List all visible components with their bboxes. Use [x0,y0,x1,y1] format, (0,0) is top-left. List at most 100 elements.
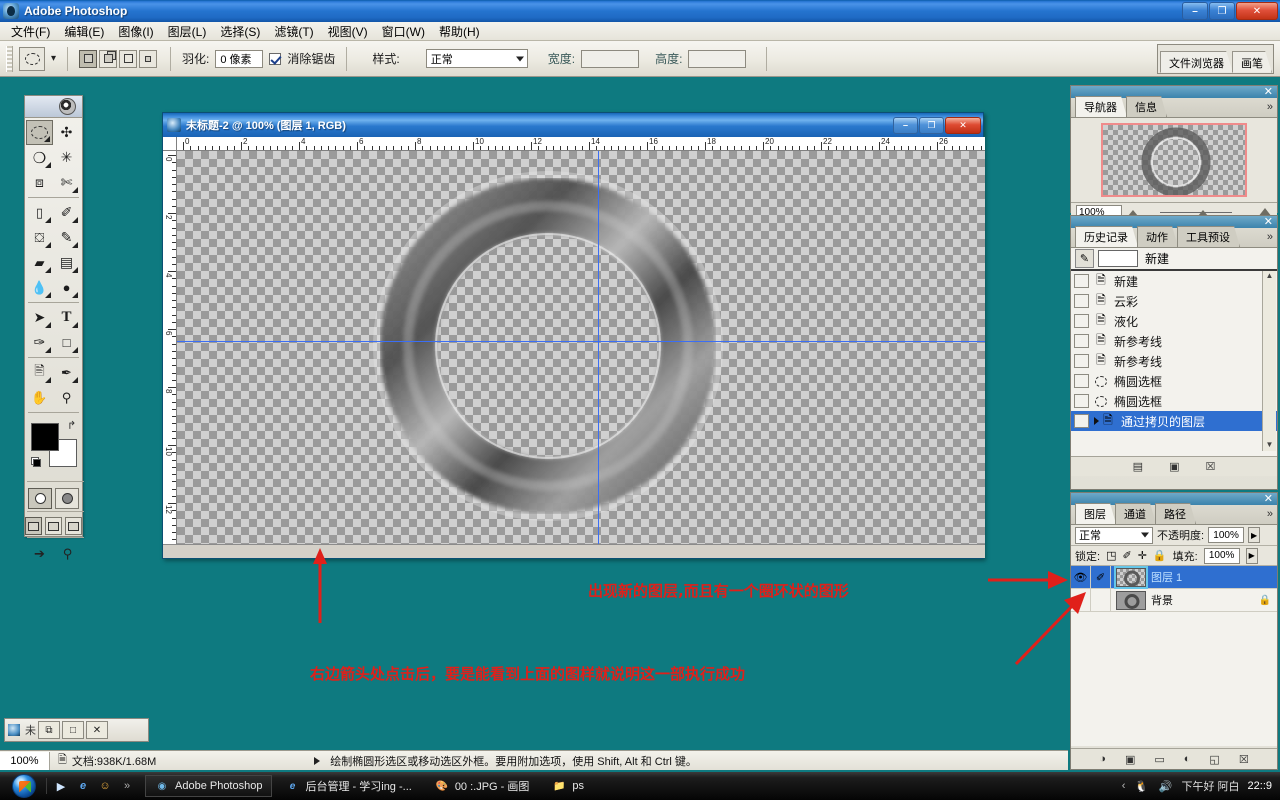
delete-layer-icon[interactable]: ☒ [1239,753,1249,766]
fill-input[interactable]: 100% [1204,548,1240,564]
media-player-icon[interactable]: ▶ [53,778,69,794]
opacity-stepper[interactable]: ▶ [1248,527,1260,543]
standard-mode-button[interactable] [28,488,52,509]
document-titlebar[interactable]: 未标题-2 @ 100% (图层 1, RGB) – ❐ ✕ [163,113,983,137]
close-button[interactable]: ✕ [86,721,108,739]
navigator-body[interactable] [1071,118,1277,202]
tab-tool-presets[interactable]: 工具预设 [1177,226,1240,247]
horizontal-ruler[interactable]: 02468101214161820222426 [177,137,985,151]
history-brush-tool[interactable]: ✎ [53,225,80,250]
document-close-button[interactable]: ✕ [945,117,981,134]
menu-help[interactable]: 帮助(H) [432,21,487,42]
width-input[interactable] [581,50,639,68]
new-snapshot-icon[interactable]: ▣ [1169,460,1179,473]
history-item[interactable]: 🗎 新建 [1071,271,1277,291]
lock-position-icon[interactable]: ✛ [1138,549,1147,562]
minimize-button[interactable]: – [1182,2,1208,20]
status-document-info[interactable]: 🗎 文档:938K/1.68M [50,751,164,770]
menu-image[interactable]: 图像(I) [111,21,160,42]
history-item[interactable]: 🗎 新参考线 [1071,331,1277,351]
palette-well-tab-brushes[interactable]: 画笔 [1232,51,1272,73]
close-icon[interactable]: ✕ [1264,86,1273,98]
subtract-from-selection-button[interactable] [119,50,137,68]
canvas-area[interactable] [177,151,985,546]
history-source-toggle[interactable] [1074,314,1089,328]
tab-channels[interactable]: 通道 [1115,503,1156,524]
history-list[interactable]: 🗎 新建 🗎 云彩 🗎 液化 🗎 新参考线 🗎 新参考线 椭圆选框 [1071,271,1277,456]
taskbar-item-browser[interactable]: e 后台管理 - 学习ing -... [275,775,421,797]
vertical-ruler[interactable]: 024681012 [163,151,177,546]
clone-stamp-tool[interactable]: ⛋ [26,225,53,250]
opacity-input[interactable]: 100% [1208,527,1244,543]
lock-image-pixels-icon[interactable]: ✐ [1122,549,1131,562]
feather-input[interactable]: 0 像素 [215,50,263,68]
standard-screen-mode-button[interactable] [25,517,42,535]
layer-link-icon[interactable] [1091,589,1111,611]
history-source-toggle[interactable] [1074,334,1089,348]
history-brush-source-icon[interactable]: ✎ [1075,249,1094,268]
expand-triangle-icon[interactable] [1094,417,1099,425]
close-icon[interactable]: ✕ [1264,493,1273,505]
antialias-checkbox[interactable] [269,53,281,65]
menu-file[interactable]: 文件(F) [4,21,57,42]
slice-tool[interactable]: ✄ [53,170,80,195]
close-button[interactable]: ✕ [1236,2,1278,20]
chevron-down-icon[interactable]: ▾ [51,53,56,64]
layer-row[interactable]: 背景 🔒 [1071,589,1277,612]
layer-list[interactable]: 👁 ✐ 图层 1 背景 🔒 [1071,566,1277,746]
default-colors-icon[interactable] [31,457,43,469]
elliptical-marquee-tool[interactable] [26,120,53,145]
fill-stepper[interactable]: ▶ [1246,548,1258,564]
maximize-button[interactable]: ❐ [1209,2,1235,20]
palette-well-tab-file-browser[interactable]: 文件浏览器 [1160,51,1233,73]
path-selection-tool[interactable]: ➤ [26,305,53,330]
tab-layers[interactable]: 图层 [1075,503,1116,524]
layer-style-icon[interactable]: ◑ [1099,753,1106,765]
options-bar-grip[interactable] [6,46,13,72]
menu-filter[interactable]: 滤镜(T) [267,21,320,42]
maximize-button[interactable]: □ [62,721,84,739]
jump-to-imageready-icon[interactable]: ➔ [29,544,51,564]
jump-to-other-icon[interactable]: ⚲ [57,544,79,564]
history-item-selected[interactable]: 🗎 通过拷贝的图层 [1071,411,1277,431]
adjustment-layer-icon[interactable]: ◐ [1184,753,1191,765]
crop-tool[interactable]: ⧈ [26,170,53,195]
elliptical-marquee-icon[interactable] [19,47,45,71]
menu-view[interactable]: 视图(V) [321,21,375,42]
zoom-tool[interactable]: ⚲ [53,385,80,410]
lock-transparent-pixels-icon[interactable]: ◳ [1106,549,1116,562]
document-horizontal-scrollbar[interactable] [163,544,985,558]
swap-colors-icon[interactable]: ↱ [67,419,76,432]
blend-mode-select[interactable]: 正常 [1075,527,1153,544]
menu-select[interactable]: 选择(S) [213,21,267,42]
rectangle-shape-tool[interactable]: □ [53,330,80,355]
minimized-document-bar[interactable]: 未 ⧉ □ ✕ [4,718,149,742]
navigator-thumbnail[interactable] [1101,123,1247,197]
contacts-icon[interactable]: ☺ [97,778,113,794]
layer-row-selected[interactable]: 👁 ✐ 图层 1 [1071,566,1277,589]
eyedropper-tool[interactable]: ✒ [53,360,80,385]
layer-visibility-icon[interactable]: 👁 [1071,566,1091,588]
tab-paths[interactable]: 路径 [1155,503,1196,524]
layer-name[interactable]: 背景 [1151,592,1173,608]
history-source-toggle[interactable] [1074,414,1089,428]
history-item[interactable]: 椭圆选框 [1071,371,1277,391]
menu-layer[interactable]: 图层(L) [161,21,214,42]
antialias-label[interactable]: 消除锯齿 [287,50,335,67]
quick-mask-mode-button[interactable] [55,488,79,509]
new-layer-icon[interactable]: ◱ [1209,753,1219,766]
new-selection-button[interactable] [79,50,97,68]
history-source-toggle[interactable] [1074,354,1089,368]
height-input[interactable] [688,50,746,68]
new-group-icon[interactable]: ▭ [1154,753,1164,766]
full-screen-mode-button[interactable] [65,517,82,535]
type-tool[interactable]: T [53,305,80,330]
vertical-guide[interactable] [598,151,599,546]
move-tool[interactable]: ✣ [53,120,80,145]
volume-icon[interactable]: 🔊 [1157,778,1173,794]
taskbar-item-paint[interactable]: 🎨 00 :.JPG - 画图 [425,775,540,797]
history-item[interactable]: 椭圆选框 [1071,391,1277,411]
history-item[interactable]: 🗎 液化 [1071,311,1277,331]
qq-penguin-icon[interactable]: 🐧 [1133,778,1149,794]
full-screen-with-menubar-button[interactable] [45,517,62,535]
